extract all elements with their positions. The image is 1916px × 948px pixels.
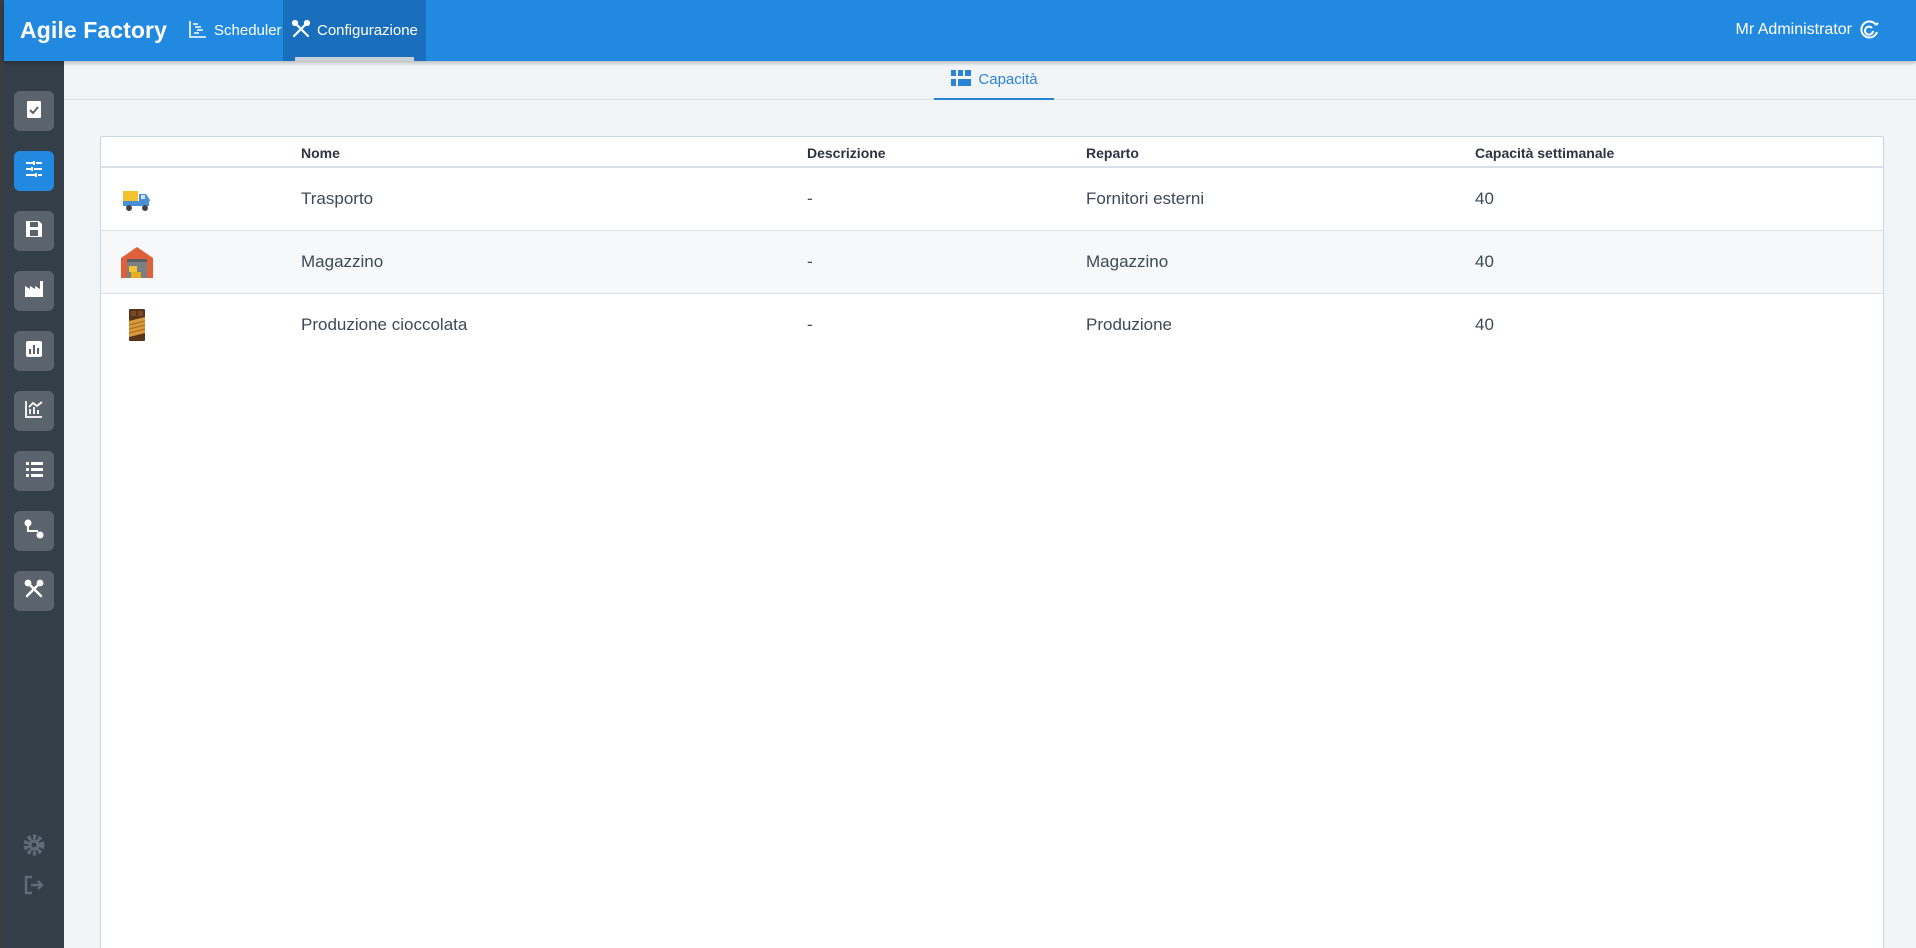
column-header-capacita[interactable]: Capacità settimanale bbox=[1475, 145, 1614, 161]
active-tab-indicator bbox=[295, 57, 414, 61]
column-header-nome[interactable]: Nome bbox=[301, 145, 340, 161]
cell-descrizione: - bbox=[807, 189, 813, 208]
nav-scheduler[interactable]: Scheduler bbox=[180, 0, 290, 61]
table-row[interactable]: Trasporto - Fornitori esterni 40 bbox=[101, 168, 1883, 231]
nav-configurazione-label: Configurazione bbox=[317, 22, 418, 39]
logout-icon bbox=[22, 873, 46, 902]
sidebar-item-save[interactable] bbox=[14, 211, 54, 251]
tools-icon bbox=[291, 19, 311, 43]
capacity-table: Nome Descrizione Reparto Capacità settim… bbox=[100, 136, 1884, 948]
tab-capacita[interactable]: Capacità bbox=[934, 61, 1054, 100]
sidebar-item-analytics[interactable] bbox=[14, 391, 54, 431]
app-frame: Agile Factory Scheduler Configurazione M… bbox=[4, 0, 1916, 948]
column-header-descrizione[interactable]: Descrizione bbox=[807, 145, 886, 161]
table-header: Nome Descrizione Reparto Capacità settim… bbox=[101, 137, 1883, 168]
save-icon bbox=[23, 218, 45, 245]
brand-title[interactable]: Agile Factory bbox=[20, 17, 167, 44]
chocolate-icon bbox=[119, 307, 155, 343]
line-chart-icon bbox=[23, 398, 45, 425]
cell-nome: Trasporto bbox=[301, 189, 374, 208]
top-bar: Agile Factory Scheduler Configurazione M… bbox=[4, 0, 1916, 61]
cell-reparto: Produzione bbox=[1086, 315, 1173, 334]
cell-reparto: Magazzino bbox=[1086, 252, 1169, 271]
cell-descrizione: - bbox=[807, 315, 813, 334]
clipboard-check-icon bbox=[23, 98, 45, 125]
tools-icon bbox=[23, 578, 45, 605]
factory-icon bbox=[23, 278, 45, 305]
capacity-icon bbox=[950, 68, 972, 92]
sidebar-item-capacity[interactable] bbox=[14, 151, 54, 191]
tab-capacita-label: Capacità bbox=[978, 71, 1038, 88]
subtab-bar: Capacità bbox=[64, 61, 1916, 100]
sidebar-settings[interactable] bbox=[22, 833, 46, 862]
sidebar-item-list[interactable] bbox=[14, 451, 54, 491]
user-menu-icon[interactable] bbox=[1858, 19, 1880, 41]
sidebar-item-routing[interactable] bbox=[14, 511, 54, 551]
nav-configurazione[interactable]: Configurazione bbox=[283, 0, 426, 61]
list-icon bbox=[23, 458, 45, 485]
nav-scheduler-label: Scheduler bbox=[214, 22, 282, 39]
cell-descrizione: - bbox=[807, 252, 813, 271]
warehouse-icon bbox=[119, 244, 155, 280]
column-header-reparto[interactable]: Reparto bbox=[1086, 145, 1139, 161]
cell-capacita: 40 bbox=[1475, 252, 1494, 271]
table-row[interactable]: Produzione cioccolata - Produzione 40 bbox=[101, 294, 1883, 357]
bar-chart-icon bbox=[23, 338, 45, 365]
sidebar-item-factory[interactable] bbox=[14, 271, 54, 311]
sidebar-item-tools[interactable] bbox=[14, 571, 54, 611]
sidebar-item-tasks[interactable] bbox=[14, 91, 54, 131]
table-row[interactable]: Magazzino - Magazzino 40 bbox=[101, 231, 1883, 294]
cell-capacita: 40 bbox=[1475, 189, 1494, 208]
truck-icon bbox=[119, 181, 155, 217]
gear-icon bbox=[22, 833, 46, 862]
cell-nome: Magazzino bbox=[301, 252, 384, 271]
sidebar-item-reports[interactable] bbox=[14, 331, 54, 371]
cell-reparto: Fornitori esterni bbox=[1086, 189, 1205, 208]
sliders-icon bbox=[23, 158, 45, 185]
cell-nome: Produzione cioccolata bbox=[301, 315, 468, 334]
scheduler-icon bbox=[188, 19, 208, 43]
sidebar bbox=[4, 61, 64, 948]
cell-capacita: 40 bbox=[1475, 315, 1494, 334]
user-name[interactable]: Mr Administrator bbox=[1736, 21, 1852, 39]
route-icon bbox=[23, 518, 45, 545]
sidebar-logout[interactable] bbox=[22, 875, 46, 899]
